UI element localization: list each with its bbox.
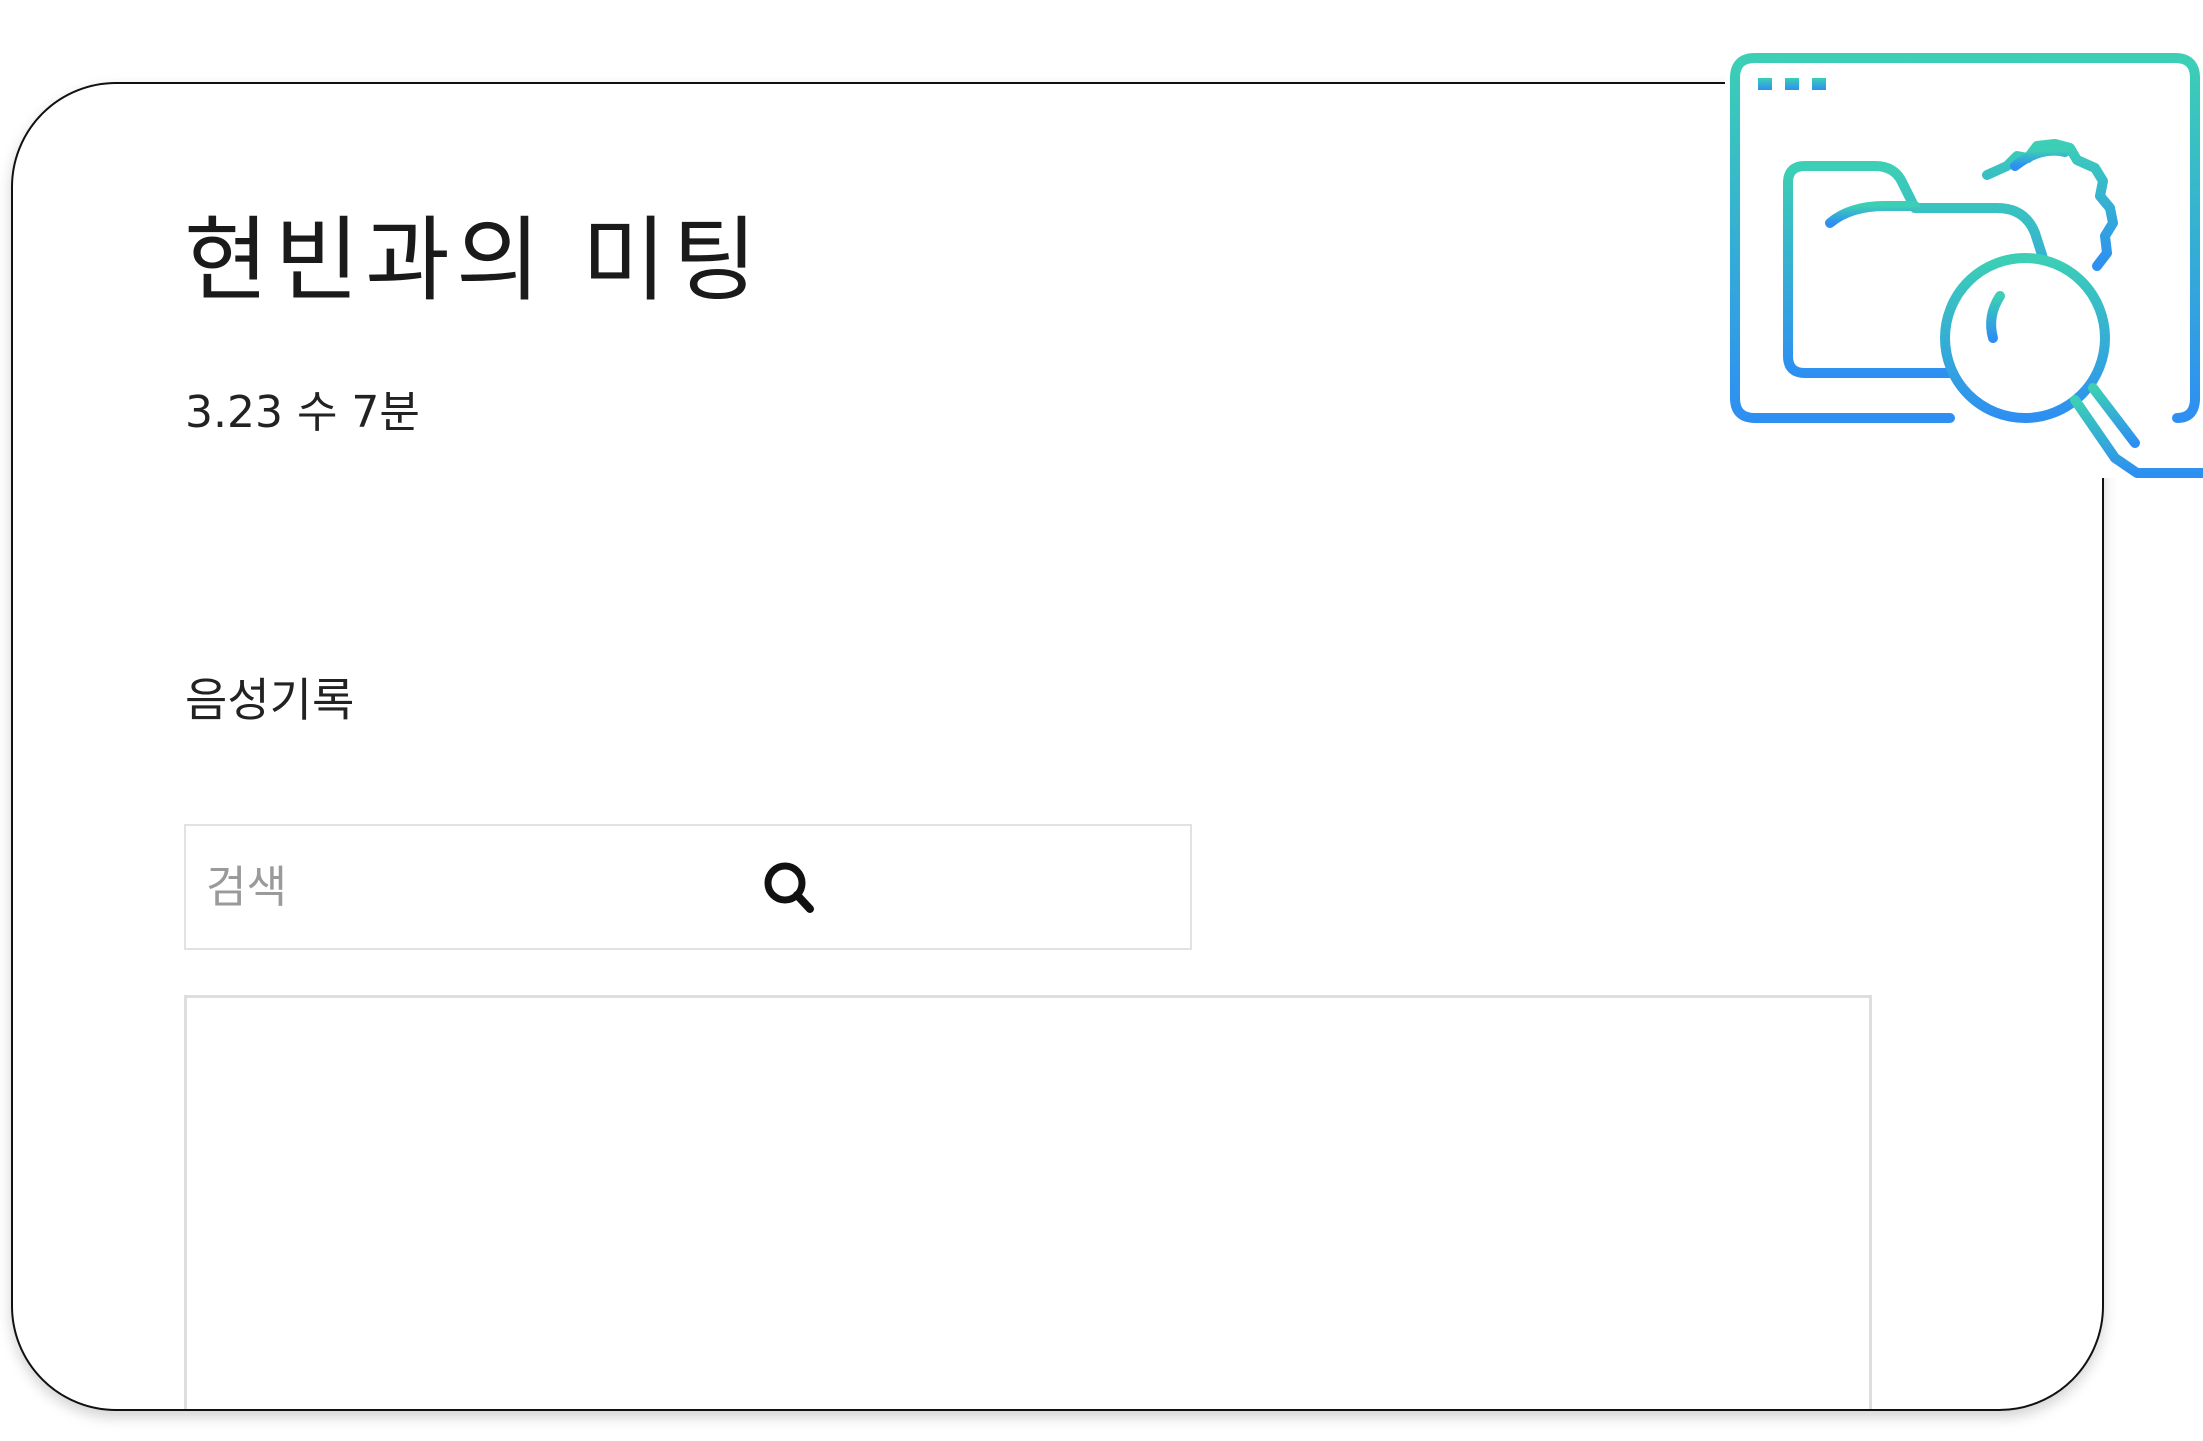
search-icon <box>764 862 814 913</box>
search-button[interactable] <box>758 856 822 920</box>
transcript-results <box>184 995 1872 1409</box>
app-logo <box>1725 48 2203 478</box>
transcript-section-label: 음성기록 <box>185 673 355 727</box>
meeting-meta: 3.23 수 7분 <box>185 387 420 438</box>
meeting-title: 현빈과의 미팅 <box>184 207 764 314</box>
transcript-search <box>184 824 1192 950</box>
screen: 현빈과의 미팅 3.23 수 7분 음성기록 <box>0 0 2203 1441</box>
browser-folder-gear-magnifier-icon <box>1730 53 2203 478</box>
search-input[interactable] <box>206 844 726 930</box>
